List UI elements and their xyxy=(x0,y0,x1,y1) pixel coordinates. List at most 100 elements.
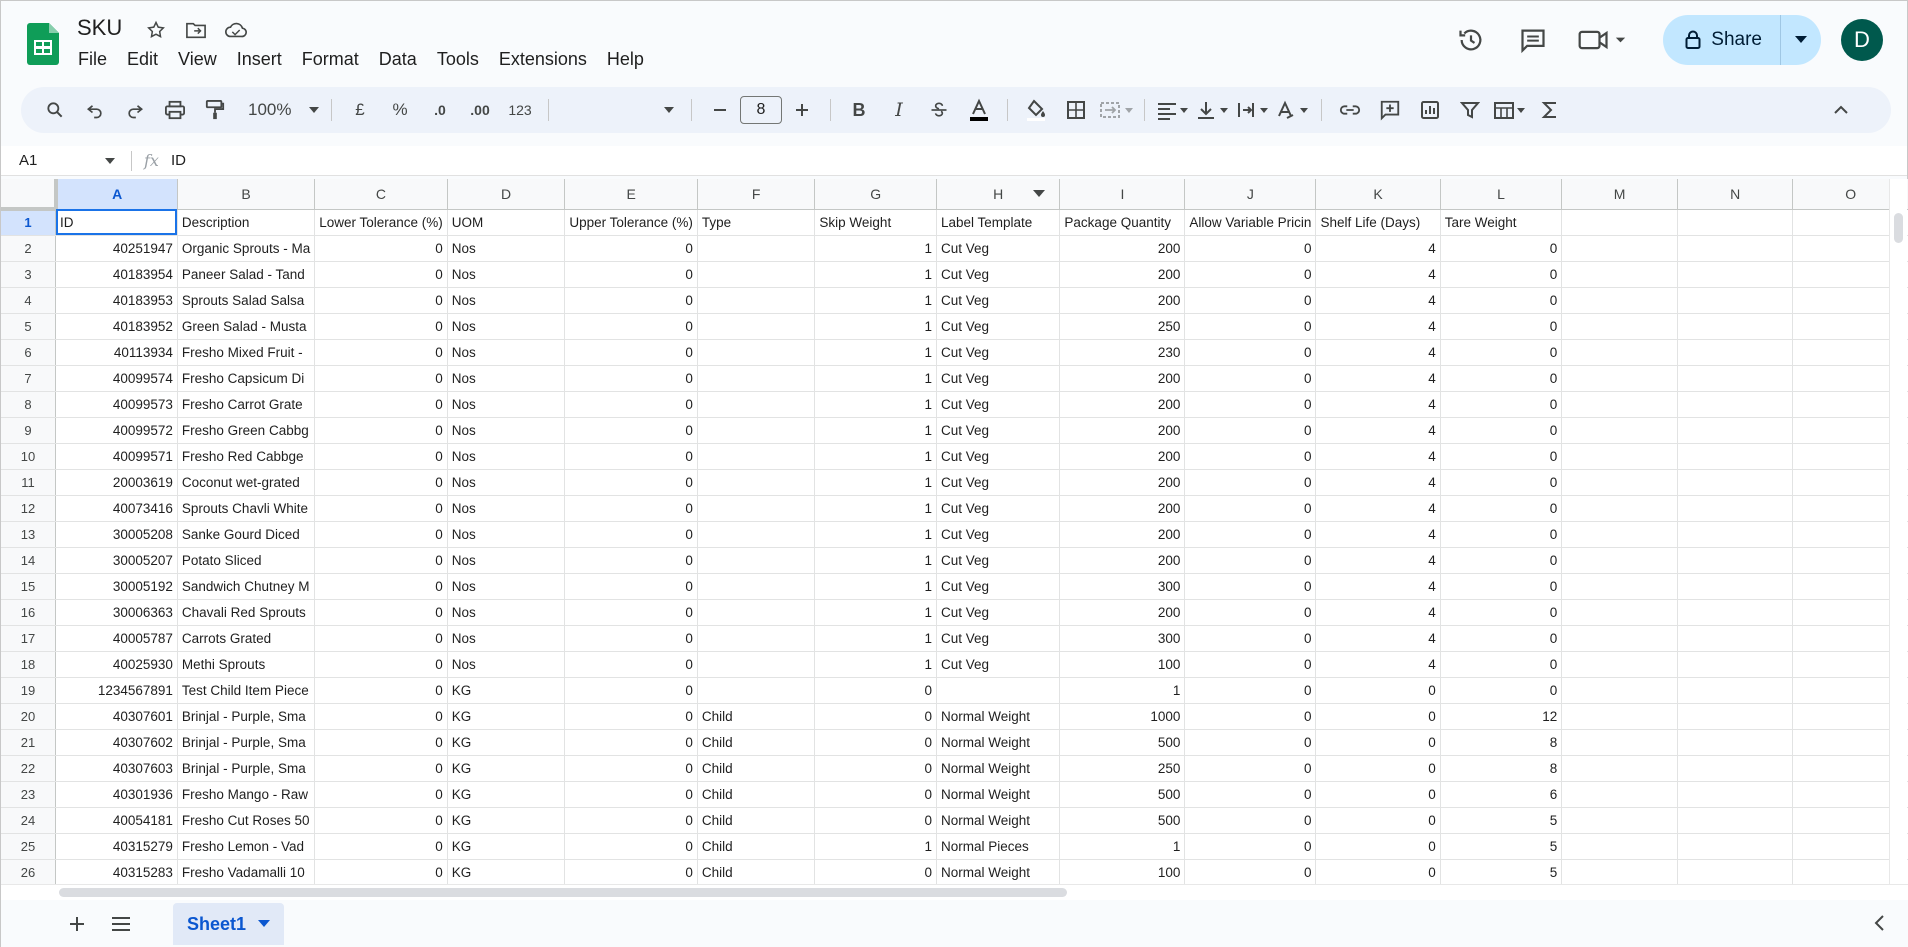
bold-button[interactable]: B xyxy=(842,93,876,127)
cell[interactable]: KG xyxy=(447,807,566,834)
cell[interactable]: 0 xyxy=(1184,677,1317,704)
cell[interactable]: 0 xyxy=(564,625,698,652)
cell[interactable] xyxy=(1677,235,1794,262)
cell[interactable]: ID xyxy=(55,209,178,236)
cell[interactable]: 40183953 xyxy=(55,287,178,314)
cell[interactable]: 0 xyxy=(564,287,698,314)
column-header[interactable]: J xyxy=(1184,179,1317,210)
cell[interactable]: Nos xyxy=(447,287,566,314)
row-header[interactable]: 13 xyxy=(1,521,57,548)
cell[interactable]: Nos xyxy=(447,235,566,262)
cell[interactable]: 0 xyxy=(1440,391,1563,418)
cell[interactable]: 4 xyxy=(1315,443,1441,470)
cell[interactable]: Paneer Salad - Tand xyxy=(177,261,316,288)
cell[interactable]: Label Template xyxy=(936,209,1061,236)
cell[interactable]: Sandwich Chutney M xyxy=(177,573,316,600)
cell[interactable]: 0 xyxy=(814,859,937,884)
cell[interactable]: 200 xyxy=(1059,287,1186,314)
cell[interactable]: 4 xyxy=(1315,391,1441,418)
cell[interactable] xyxy=(1561,261,1678,288)
text-rotation-icon[interactable] xyxy=(1276,93,1310,127)
row-header[interactable]: 15 xyxy=(1,573,57,600)
cell[interactable]: 1 xyxy=(814,443,937,470)
row-header[interactable]: 21 xyxy=(1,729,57,756)
cell[interactable]: 40099571 xyxy=(55,443,178,470)
cell[interactable]: 0 xyxy=(1315,781,1441,808)
cell[interactable]: 1 xyxy=(814,599,937,626)
menu-data[interactable]: Data xyxy=(369,47,427,72)
cell[interactable]: 0 xyxy=(314,391,448,418)
cell[interactable]: 0 xyxy=(314,781,448,808)
cell[interactable]: 0 xyxy=(1184,521,1317,548)
cell[interactable] xyxy=(1677,495,1794,522)
cell[interactable] xyxy=(1561,729,1678,756)
cell[interactable] xyxy=(697,651,816,678)
font-family-select[interactable] xyxy=(560,93,680,127)
insert-link-icon[interactable] xyxy=(1333,93,1367,127)
cell[interactable]: 200 xyxy=(1059,365,1186,392)
cell[interactable]: 4 xyxy=(1315,495,1441,522)
cell[interactable]: Green Salad - Musta xyxy=(177,313,316,340)
cell[interactable]: Sprouts Chavli White xyxy=(177,495,316,522)
cell[interactable]: 200 xyxy=(1059,443,1186,470)
cell[interactable]: 200 xyxy=(1059,391,1186,418)
cell[interactable]: 0 xyxy=(564,599,698,626)
create-filter-icon[interactable] xyxy=(1453,93,1487,127)
column-menu-icon[interactable] xyxy=(1033,190,1046,198)
cell[interactable]: Cut Veg xyxy=(936,313,1061,340)
cell[interactable]: 0 xyxy=(1315,677,1441,704)
cell[interactable] xyxy=(697,495,816,522)
add-sheet-icon[interactable] xyxy=(57,904,97,944)
cell[interactable]: 0 xyxy=(1440,495,1563,522)
cell[interactable]: Tare Weight xyxy=(1440,209,1563,236)
menu-insert[interactable]: Insert xyxy=(227,47,292,72)
cell[interactable]: Cut Veg xyxy=(936,391,1061,418)
cell[interactable]: Cut Veg xyxy=(936,287,1061,314)
cell[interactable]: Normal Weight xyxy=(936,755,1061,782)
undo-icon[interactable] xyxy=(78,93,112,127)
cell[interactable]: 8 xyxy=(1440,755,1563,782)
cell[interactable] xyxy=(1677,677,1794,704)
cell[interactable] xyxy=(1561,469,1678,496)
cell[interactable]: 20003619 xyxy=(55,469,178,496)
cell[interactable]: Cut Veg xyxy=(936,261,1061,288)
cell[interactable]: Test Child Item Piece xyxy=(177,677,316,704)
cell[interactable]: 500 xyxy=(1059,807,1186,834)
cell[interactable]: 0 xyxy=(1184,755,1317,782)
cell[interactable]: 200 xyxy=(1059,469,1186,496)
cell[interactable]: 0 xyxy=(564,261,698,288)
cell[interactable]: 0 xyxy=(1440,417,1563,444)
row-header[interactable]: 3 xyxy=(1,261,57,288)
cell[interactable]: 0 xyxy=(1184,443,1317,470)
cell[interactable]: 200 xyxy=(1059,495,1186,522)
row-header[interactable]: 9 xyxy=(1,417,57,444)
filter-views-icon[interactable] xyxy=(1493,93,1527,127)
cell[interactable]: Cut Veg xyxy=(936,495,1061,522)
column-header[interactable]: E xyxy=(564,179,698,210)
row-header[interactable]: 20 xyxy=(1,703,57,730)
cell[interactable] xyxy=(697,521,816,548)
cell[interactable] xyxy=(1561,391,1678,418)
cell[interactable]: 0 xyxy=(1184,599,1317,626)
cell[interactable]: 4 xyxy=(1315,313,1441,340)
cell[interactable]: 40073416 xyxy=(55,495,178,522)
cell[interactable]: 1 xyxy=(814,365,937,392)
cell[interactable]: 0 xyxy=(564,469,698,496)
column-header[interactable]: A xyxy=(55,179,178,210)
cell[interactable]: 40099573 xyxy=(55,391,178,418)
cell[interactable]: 230 xyxy=(1059,339,1186,366)
vertical-scrollbar[interactable] xyxy=(1889,179,1907,884)
row-header[interactable]: 22 xyxy=(1,755,57,782)
cell[interactable]: Normal Weight xyxy=(936,859,1061,884)
cell[interactable]: 1 xyxy=(814,573,937,600)
cell[interactable]: Sprouts Salad Salsa xyxy=(177,287,316,314)
cell[interactable]: 4 xyxy=(1315,417,1441,444)
cell[interactable] xyxy=(697,417,816,444)
cell[interactable]: Normal Weight xyxy=(936,807,1061,834)
cell[interactable]: Fresho Mixed Fruit - xyxy=(177,339,316,366)
cell[interactable]: 5 xyxy=(1440,833,1563,860)
cell[interactable]: 0 xyxy=(564,573,698,600)
cell[interactable] xyxy=(1677,651,1794,678)
cell[interactable]: Description xyxy=(177,209,316,236)
increase-decimal-button[interactable]: .00 xyxy=(463,93,497,127)
